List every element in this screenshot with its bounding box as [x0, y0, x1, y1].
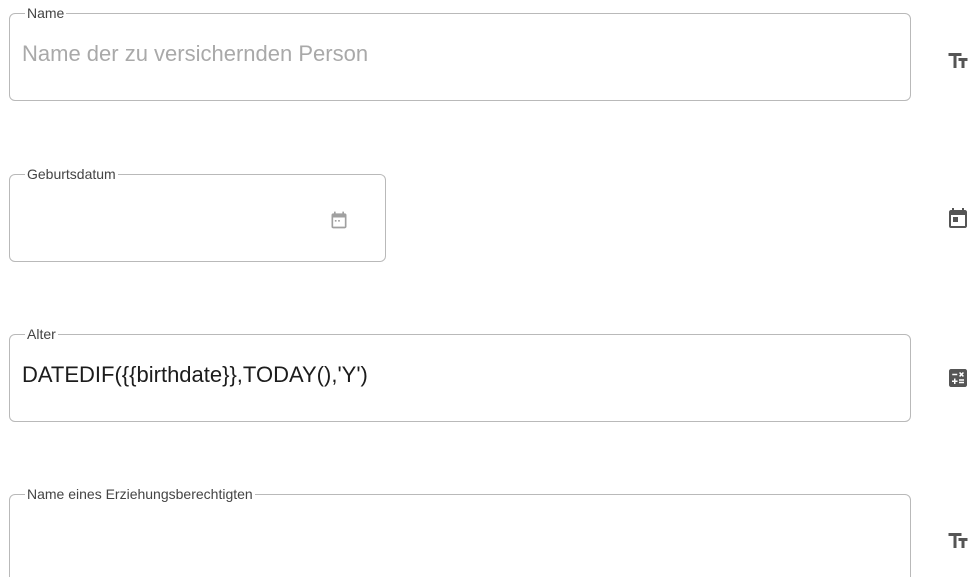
text-format-icon — [946, 529, 970, 553]
text-format-icon — [946, 49, 970, 73]
calendar-picker-icon[interactable] — [329, 210, 349, 230]
birthdate-input[interactable] — [22, 202, 312, 228]
name-input[interactable] — [22, 41, 898, 67]
birthdate-field-label: Geburtsdatum — [27, 166, 116, 182]
guardian-name-input[interactable] — [22, 522, 898, 548]
name-field: Name — [9, 5, 911, 101]
calculator-icon — [946, 366, 970, 390]
form-page: Name Geburtsdatum Alter DATEDIF({{birthd… — [0, 0, 980, 577]
age-field-label: Alter — [27, 326, 56, 342]
guardian-name-field-label: Name eines Erziehungsberechtigten — [27, 486, 253, 502]
calendar-icon — [946, 206, 970, 230]
name-field-label: Name — [27, 5, 65, 21]
guardian-name-field: Name eines Erziehungsberechtigten — [9, 486, 911, 577]
age-field: Alter DATEDIF({{birthdate}},TODAY(),'Y') — [9, 326, 911, 422]
age-formula-value[interactable]: DATEDIF({{birthdate}},TODAY(),'Y') — [22, 360, 898, 390]
